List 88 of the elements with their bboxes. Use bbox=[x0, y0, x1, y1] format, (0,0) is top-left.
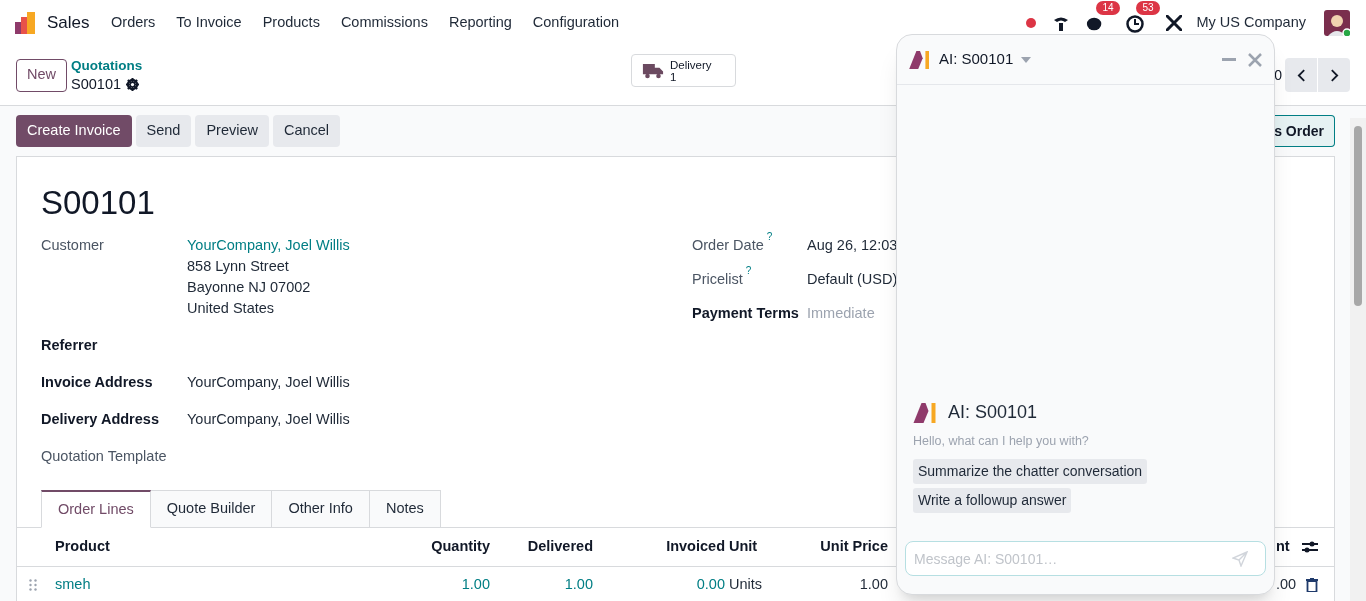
action-button[interactable]: Preview bbox=[195, 115, 269, 147]
column-header[interactable]: Product bbox=[51, 536, 351, 558]
field-value: Default (USD) bbox=[807, 270, 898, 289]
app-logo-icon bbox=[15, 11, 37, 34]
table-cell[interactable]: 0.00 bbox=[593, 574, 725, 596]
column-header[interactable]: Unit bbox=[725, 536, 785, 558]
notification-badge: 14 bbox=[1096, 0, 1120, 15]
truck-icon bbox=[642, 62, 664, 79]
menu-item[interactable]: Orders bbox=[100, 11, 166, 34]
menu-item[interactable]: Reporting bbox=[438, 11, 523, 34]
field-label: Payment Terms bbox=[692, 304, 799, 323]
smart-button-count: 1 bbox=[670, 70, 677, 83]
chat-heading: AI: S00101 bbox=[948, 401, 1038, 425]
suggestion-chip[interactable]: Summarize the chatter conversation bbox=[913, 459, 1148, 484]
drag-handle-icon bbox=[29, 579, 37, 591]
ai-logo-icon bbox=[909, 50, 931, 69]
action-button[interactable]: Send bbox=[135, 115, 192, 147]
scrollbar-thumb[interactable] bbox=[1354, 126, 1362, 306]
record-name: S00101 bbox=[71, 75, 121, 93]
payment-terms-field[interactable]: Immediate bbox=[807, 303, 887, 324]
field-label: Delivery Address bbox=[41, 410, 160, 429]
column-header[interactable]: Delivered bbox=[490, 536, 593, 558]
scrollbar[interactable] bbox=[1350, 118, 1366, 601]
minimize-icon bbox=[1222, 58, 1236, 61]
chat-title[interactable]: AI: S00101 bbox=[939, 48, 1014, 71]
chevron-icon bbox=[1296, 67, 1306, 83]
suggestion-chip[interactable]: Write a followup answer bbox=[913, 488, 1072, 513]
action-button[interactable]: Cancel bbox=[272, 115, 341, 147]
address-line: United States bbox=[187, 299, 276, 318]
pager-value: 0 bbox=[1274, 65, 1282, 85]
column-settings-icon bbox=[1301, 540, 1318, 554]
notification-badge: 53 bbox=[1136, 0, 1160, 15]
field-value: YourCompany, Joel Willis bbox=[187, 410, 350, 429]
column-header[interactable]: Invoiced bbox=[593, 536, 725, 558]
field-value: Aug 26, 12:03 bbox=[807, 236, 898, 255]
ai-logo-icon bbox=[913, 402, 938, 423]
gear-icon bbox=[126, 77, 139, 91]
table-cell-text: Units bbox=[728, 575, 764, 595]
field-label: Order Date bbox=[692, 236, 764, 255]
send-icon bbox=[1232, 551, 1248, 567]
field-label: Quotation Template bbox=[41, 447, 168, 466]
menu-item[interactable]: Commissions bbox=[330, 11, 439, 34]
tab[interactable]: Other Info bbox=[271, 490, 370, 528]
field-label: Referrer bbox=[41, 336, 99, 355]
message-input[interactable]: Message AI: S00101… bbox=[905, 541, 1266, 576]
field-value: YourCompany, Joel Willis bbox=[187, 373, 350, 392]
field-label: Pricelist bbox=[692, 270, 743, 289]
company-name[interactable]: My US Company bbox=[1196, 11, 1306, 34]
close-button[interactable] bbox=[1248, 52, 1262, 67]
address-line: 858 Lynn Street bbox=[187, 257, 290, 276]
app-name[interactable]: Sales bbox=[47, 9, 90, 36]
table-cell-text: 1.00 bbox=[858, 575, 888, 595]
clock-icon bbox=[1126, 14, 1145, 33]
tab[interactable]: Order Lines bbox=[41, 490, 151, 528]
action-button[interactable]: s Order bbox=[1272, 115, 1335, 147]
table-cell[interactable]: 1.00 bbox=[490, 574, 593, 596]
table-cell[interactable]: smeh bbox=[51, 574, 351, 596]
action-button[interactable]: Create Invoice bbox=[16, 115, 132, 147]
tab[interactable]: Quote Builder bbox=[149, 490, 273, 528]
column-header[interactable]: Unit Price bbox=[785, 536, 888, 558]
address-line: Bayonne NJ 07002 bbox=[187, 278, 312, 297]
menu-item[interactable]: Configuration bbox=[522, 11, 630, 34]
column-header[interactable]: Quantity bbox=[351, 536, 490, 558]
trash-icon bbox=[1306, 578, 1319, 592]
field-label: Customer bbox=[41, 236, 105, 255]
field-label: Invoice Address bbox=[41, 373, 154, 392]
help-mark[interactable]: ? bbox=[766, 230, 773, 244]
table-cell-text: .00 bbox=[1276, 575, 1297, 595]
smart-button-label: Delivery bbox=[670, 58, 712, 71]
breadcrumb-link[interactable]: Quotations bbox=[71, 57, 143, 75]
record-title: S00101 bbox=[41, 183, 156, 223]
greeting-text: Hello, what can I help you with? bbox=[913, 433, 1090, 451]
previous-button[interactable] bbox=[1285, 58, 1317, 92]
next-button[interactable] bbox=[1318, 58, 1350, 92]
customer-link[interactable]: YourCompany, Joel Willis bbox=[187, 235, 350, 256]
help-mark[interactable]: ? bbox=[745, 264, 752, 278]
status-dot-icon bbox=[1026, 17, 1037, 28]
dropdown-caret-icon bbox=[1021, 56, 1032, 63]
column-header[interactable]: nt bbox=[1276, 536, 1290, 558]
new-button[interactable]: New bbox=[16, 58, 67, 92]
close-icon bbox=[1248, 52, 1262, 67]
tab[interactable]: Notes bbox=[368, 490, 441, 528]
menu-item[interactable]: Products bbox=[252, 11, 331, 34]
menu-item[interactable]: To Invoice bbox=[165, 11, 253, 34]
table-cell[interactable]: 1.00 bbox=[351, 574, 490, 596]
delivery-smart-button[interactable]: Delivery 1 bbox=[631, 54, 736, 87]
avatar-icon bbox=[1324, 9, 1350, 36]
chevron-icon bbox=[1329, 67, 1339, 83]
